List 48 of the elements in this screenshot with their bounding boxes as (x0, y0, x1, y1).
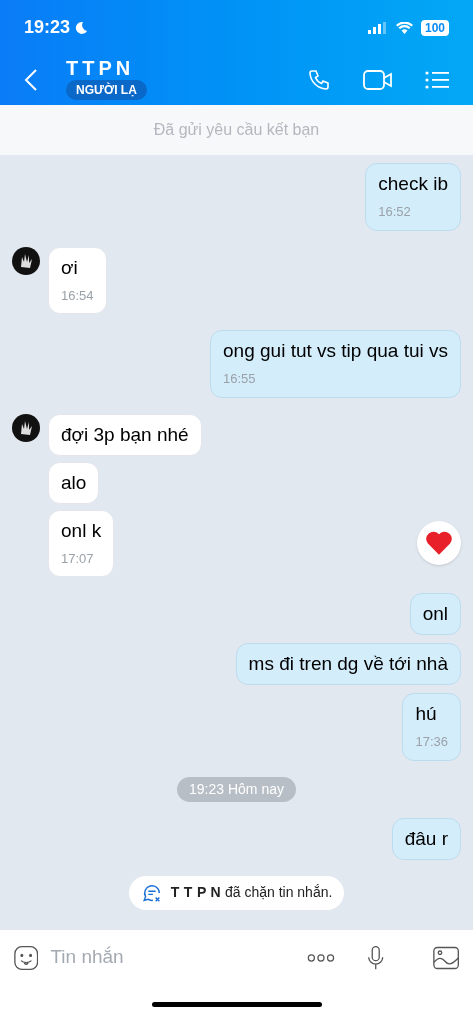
message-bubble[interactable]: ms đi tren dg về tới nhà (235, 643, 461, 685)
message-bubble[interactable]: đâu r (391, 817, 461, 860)
message-text: check ib (378, 172, 448, 196)
avatar[interactable] (12, 413, 40, 442)
message-bubble[interactable]: hú 17:36 (402, 693, 461, 761)
message-time: 16:52 (378, 203, 412, 221)
message-time: 17:07 (61, 549, 95, 568)
message-bubble[interactable]: ơi 16:54 (48, 246, 107, 314)
message-text: ong gui tut vs tip qua tui vs (223, 339, 448, 363)
message-bubble[interactable]: ong gui tut vs tip qua tui vs 16:55 (210, 330, 461, 398)
notice-text: T T P N đã chặn tin nhắn. (170, 883, 333, 902)
wifi-icon (395, 21, 413, 34)
status-time: 19:23 (24, 16, 71, 39)
message-text: hú (415, 702, 438, 726)
message-text: ơi (61, 255, 79, 280)
phone-icon[interactable] (307, 68, 331, 92)
message-bubble[interactable]: đợi 3p bạn nhé (48, 413, 202, 456)
reaction-button[interactable] (417, 521, 461, 566)
message-text: alo (61, 470, 87, 495)
back-icon[interactable] (24, 68, 38, 92)
message-bubble[interactable]: check ib 16:52 (365, 163, 461, 231)
message-time: 17:36 (415, 733, 448, 751)
message-time: 16:55 (223, 370, 257, 388)
battery-indicator: 100 (420, 19, 449, 36)
microphone-icon[interactable] (367, 943, 385, 972)
friend-request-banner: Đã gửi yêu cầu kết bạn (0, 105, 473, 155)
message-bubble[interactable]: onl (409, 593, 461, 635)
menu-icon[interactable] (425, 70, 449, 90)
video-call-icon[interactable] (363, 69, 393, 91)
date-chip: 19:23 Hôm nay (177, 776, 296, 802)
message-text: onl (422, 602, 448, 626)
stranger-badge: NGƯỜI LẠ (66, 80, 147, 100)
heart-icon (425, 530, 453, 557)
message-bubble[interactable]: onl k 17:07 (48, 509, 115, 577)
sticker-icon[interactable] (14, 943, 39, 972)
message-text: onl k (61, 518, 102, 543)
message-text: đợi 3p bạn nhé (61, 422, 189, 447)
avatar[interactable] (12, 246, 40, 275)
signal-icon (367, 21, 388, 34)
moon-icon (74, 20, 89, 35)
message-bubble[interactable]: alo (48, 461, 100, 504)
contact-name: TTPN (66, 56, 135, 80)
image-icon[interactable] (432, 944, 459, 971)
message-text: đâu r (404, 826, 448, 851)
message-time: 16:54 (61, 286, 94, 305)
more-icon[interactable] (307, 952, 336, 963)
message-input[interactable]: Tin nhắn (50, 943, 296, 972)
message-text: ms đi tren dg về tới nhà (248, 652, 448, 676)
